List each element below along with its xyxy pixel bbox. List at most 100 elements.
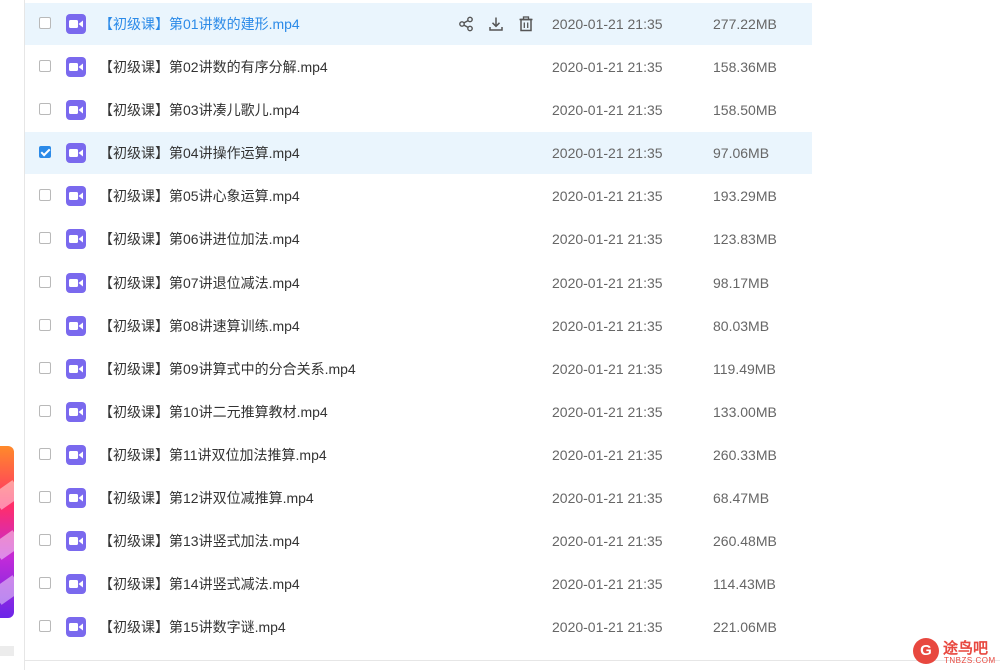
file-date: 2020-01-21 21:35 [552, 16, 663, 32]
file-size: 277.22MB [713, 16, 777, 32]
row-checkbox[interactable] [39, 361, 51, 374]
download-icon[interactable] [487, 15, 505, 33]
file-date: 2020-01-21 21:35 [552, 145, 663, 162]
video-file-icon [66, 57, 86, 78]
video-file-icon [66, 186, 86, 207]
file-date: 2020-01-21 21:35 [552, 619, 663, 636]
row-checkbox[interactable] [39, 404, 51, 417]
file-name-link[interactable]: 【初级课】第13讲竖式加法.mp4 [99, 520, 300, 562]
video-file-icon [66, 617, 86, 638]
file-row[interactable]: 【初级课】第05讲心象运算.mp4 2020-01-21 21:35 193.29M… [25, 175, 812, 217]
file-row[interactable]: 【初级课】第04讲操作运算.mp4 2020-01-21 21:35 97.06MB [25, 132, 812, 175]
watermark: G 途鸟吧 TNBZS.COM [913, 636, 999, 668]
file-date: 2020-01-21 21:35 [552, 576, 663, 593]
row-checkbox[interactable] [39, 491, 51, 504]
file-row[interactable]: 【初级课】第01讲数的建形.mp4 2020-01-21 21:35 277.22M… [25, 3, 812, 45]
row-checkbox[interactable] [39, 60, 51, 73]
row-checkbox[interactable] [39, 577, 51, 590]
video-file-icon [66, 444, 86, 465]
file-row[interactable]: 【初级课】第02讲数的有序分解.mp4 2020-01-21 21:35 158.3… [25, 46, 812, 88]
file-name-link[interactable]: 【初级课】第06讲进位加法.mp4 [99, 218, 300, 260]
video-file-icon [66, 358, 86, 379]
file-row[interactable]: 【初级课】第09讲算式中的分合关系.mp4 2020-01-21 21:35 119… [25, 348, 812, 390]
file-name-link[interactable]: 【初级课】第11讲双位加法推算.mp4 [99, 434, 327, 476]
file-size: 80.03MB [713, 317, 770, 334]
file-name-link[interactable]: 【初级课】第14讲竖式减法.mp4 [99, 563, 300, 605]
file-date: 2020-01-21 21:35 [552, 490, 663, 507]
file-size: 123.83MB [713, 231, 777, 248]
video-file-icon [66, 488, 86, 509]
row-actions [457, 15, 535, 33]
file-row[interactable]: 【初级课】第10讲二元推算教材.mp4 2020-01-21 21:35 133.0… [25, 391, 812, 433]
row-checkbox[interactable] [39, 534, 51, 547]
row-checkbox[interactable] [39, 17, 51, 29]
file-date: 2020-01-21 21:35 [552, 231, 663, 248]
file-name-link[interactable]: 【初级课】第08讲速算训练.mp4 [99, 305, 300, 347]
video-file-icon [66, 401, 86, 422]
file-size: 114.43MB [713, 576, 776, 593]
file-row[interactable]: 【初级课】第12讲双位减推算.mp4 2020-01-21 21:35 68.47M… [25, 477, 812, 519]
row-checkbox[interactable] [39, 447, 51, 460]
row-checkbox[interactable] [39, 103, 51, 116]
file-date: 2020-01-21 21:35 [552, 403, 663, 420]
file-date: 2020-01-21 21:35 [552, 446, 663, 463]
file-row[interactable]: 【初级课】第14讲竖式减法.mp4 2020-01-21 21:35 114.43M… [25, 563, 812, 605]
file-row[interactable]: 【初级课】第06讲进位加法.mp4 2020-01-21 21:35 123.83M… [25, 218, 812, 260]
file-row[interactable]: 【初级课】第07讲退位减法.mp4 2020-01-21 21:35 98.17MB [25, 262, 812, 304]
video-file-icon [66, 574, 86, 595]
row-checkbox[interactable] [39, 146, 51, 159]
video-file-icon [66, 143, 86, 164]
file-size: 133.00MB [713, 403, 777, 420]
file-date: 2020-01-21 21:35 [552, 317, 663, 334]
scrollbar-corner [0, 646, 14, 656]
file-size: 98.17MB [713, 274, 770, 291]
video-file-icon [66, 100, 86, 121]
file-row[interactable]: 【初级课】第13讲竖式加法.mp4 2020-01-21 21:35 260.48M… [25, 520, 812, 562]
file-size: 193.29MB [713, 188, 777, 205]
file-size: 68.47MB [713, 490, 770, 507]
file-date: 2020-01-21 21:35 [552, 59, 663, 76]
file-row[interactable]: 【初级课】第11讲双位加法推算.mp4 2020-01-21 21:35 260.3… [25, 434, 812, 476]
file-row[interactable]: 【初级课】第03讲凑儿歌儿.mp4 2020-01-21 21:35 158.50M… [25, 89, 812, 131]
row-checkbox[interactable] [39, 318, 51, 331]
file-date: 2020-01-21 21:35 [552, 188, 663, 205]
file-size: 119.49MB [713, 360, 776, 377]
file-size: 221.06MB [713, 619, 777, 636]
file-name-link[interactable]: 【初级课】第15讲数字谜.mp4 [99, 606, 286, 648]
file-size: 158.50MB [713, 102, 777, 119]
file-size: 260.33MB [713, 446, 777, 463]
file-size: 97.06MB [713, 145, 770, 162]
row-checkbox[interactable] [39, 275, 51, 288]
file-row[interactable]: 【初级课】第08讲速算训练.mp4 2020-01-21 21:35 80.03MB [25, 305, 812, 347]
file-row[interactable]: 【初级课】第15讲数字谜.mp4 2020-01-21 21:35 221.06MB [25, 606, 812, 648]
watermark-title: 途鸟吧 [943, 640, 989, 657]
row-checkbox[interactable] [39, 189, 51, 202]
file-name-link[interactable]: 【初级课】第09讲算式中的分合关系.mp4 [99, 348, 356, 390]
video-file-icon [66, 531, 86, 552]
file-name-link[interactable]: 【初级课】第07讲退位减法.mp4 [99, 262, 300, 304]
share-icon[interactable] [457, 15, 475, 33]
file-name-link[interactable]: 【初级课】第04讲操作运算.mp4 [99, 132, 300, 174]
file-name-link[interactable]: 【初级课】第03讲凑儿歌儿.mp4 [99, 89, 300, 131]
list-bottom-border [24, 660, 1000, 661]
file-date: 2020-01-21 21:35 [552, 274, 663, 291]
file-name-link[interactable]: 【初级课】第10讲二元推算教材.mp4 [99, 391, 328, 433]
row-checkbox[interactable] [39, 620, 51, 633]
side-promo-banner[interactable] [0, 446, 14, 618]
video-file-icon [66, 272, 86, 293]
file-date: 2020-01-21 21:35 [552, 360, 663, 377]
file-name-link[interactable]: 【初级课】第02讲数的有序分解.mp4 [99, 46, 328, 88]
file-name-link[interactable]: 【初级课】第05讲心象运算.mp4 [99, 175, 300, 217]
file-name-link[interactable]: 【初级课】第12讲双位减推算.mp4 [99, 477, 314, 519]
video-file-icon [66, 315, 86, 336]
row-checkbox[interactable] [39, 232, 51, 245]
file-date: 2020-01-21 21:35 [552, 533, 663, 550]
watermark-logo: G [913, 638, 939, 664]
delete-icon[interactable] [517, 15, 535, 33]
file-date: 2020-01-21 21:35 [552, 102, 663, 119]
video-file-icon [66, 14, 86, 34]
file-list: 【初级课】第01讲数的建形.mp4 2020-01-21 21:35 277.22M… [25, 3, 812, 649]
video-file-icon [66, 229, 86, 250]
file-size: 260.48MB [713, 533, 777, 550]
file-name-link[interactable]: 【初级课】第01讲数的建形.mp4 [99, 3, 300, 45]
